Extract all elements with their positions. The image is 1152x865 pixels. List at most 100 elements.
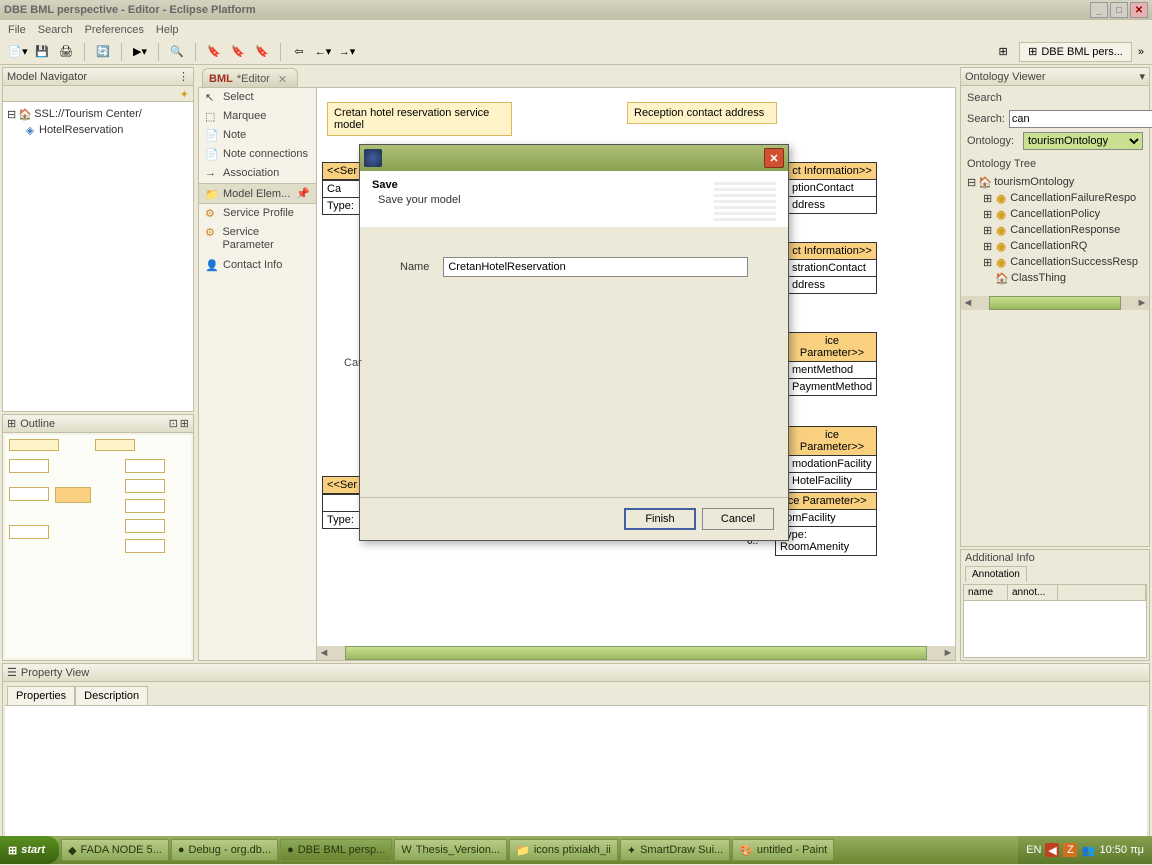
palette-note[interactable]: 📄Note [199,126,316,145]
minimize-button[interactable]: _ [1090,2,1108,18]
taskbar: ⊞ start ◆FADA NODE 5... ●Debug - org.db.… [0,836,1152,864]
clock[interactable]: 10:50 πμ [1099,844,1144,856]
property-view-panel: ☰ Property View Properties Description [2,663,1150,843]
scroll-right-icon[interactable]: ► [941,646,955,660]
perspective-more-icon[interactable]: » [1138,46,1144,58]
scroll-thumb[interactable] [345,646,927,660]
scroll-right-icon[interactable]: ► [1135,296,1149,310]
ontology-select[interactable]: tourismOntology [1023,132,1143,150]
taskbar-item-active[interactable]: ●DBE BML persp... [280,839,392,861]
tree-child[interactable]: ◈ HotelReservation [7,122,189,138]
palette-select[interactable]: ↖Select [199,88,316,107]
ontology-search-input[interactable] [1009,110,1152,128]
bookmark1-icon[interactable]: 🔖 [204,42,224,62]
tray-icon[interactable]: ◀ [1045,843,1059,857]
taskbar-item[interactable]: ✦SmartDraw Sui... [620,839,730,861]
menu-search[interactable]: Search [38,24,73,36]
taskbar-item[interactable]: WThesis_Version... [394,839,507,861]
search-icon[interactable]: 🔍 [167,42,187,62]
tray-icon[interactable]: Z [1063,843,1077,857]
panel-menu-icon[interactable]: ▾ [1139,70,1145,83]
new-dropdown-icon[interactable]: 📄▾ [8,42,28,62]
scroll-left-icon[interactable]: ◄ [961,296,975,310]
palette-association[interactable]: →Association [199,164,316,183]
palette-service-parameter[interactable]: ⚙Service Parameter [199,223,316,256]
canvas-note[interactable]: Cretan hotel reservation service model [327,102,512,136]
save-icon[interactable]: 💾 [32,42,52,62]
ontology-tree[interactable]: ⊟🏠 tourismOntology ⊞◉CancellationFailure… [967,174,1143,286]
outline-view2-icon[interactable]: ⊞ [180,417,189,430]
system-tray[interactable]: EN ◀ Z 👥 10:50 πμ [1018,836,1152,864]
close-button[interactable]: ✕ [1130,2,1148,18]
dialog-close-button[interactable]: ✕ [764,148,784,168]
palette-service-profile[interactable]: ⚙Service Profile [199,204,316,223]
finish-button[interactable]: Finish [624,508,696,530]
app-icon: ◆ [68,844,76,857]
model-navigator-tree[interactable]: ⊟ 🏠 SSL://Tourism Center/ ◈ HotelReserva… [7,106,189,138]
bml-icon: BML [209,73,233,85]
properties-tab[interactable]: Properties [7,686,75,705]
palette-model-elements[interactable]: 📁Model Elem...📌 [199,183,316,204]
uml-element[interactable]: ice Parameter>> modationFacility HotelFa… [787,426,877,490]
cancel-button[interactable]: Cancel [702,508,774,530]
col-annot[interactable]: annot... [1008,585,1058,600]
canvas-hscroll[interactable]: ◄ ► [317,646,955,660]
outline-minimap[interactable] [5,435,191,658]
palette-note-connections[interactable]: 📄Note connections [199,145,316,164]
ontology-item[interactable]: ⊞◉CancellationSuccessResp [967,254,1143,270]
palette-marquee[interactable]: ⬚Marquee [199,107,316,126]
col-name[interactable]: name [964,585,1008,600]
nav-back-icon[interactable]: ←▾ [313,42,333,62]
uml-element[interactable]: ct Information>> strationContact ddress [787,242,877,294]
palette-contact-info[interactable]: 👤Contact Info [199,256,316,275]
taskbar-item[interactable]: 🎨untitled - Paint [732,839,834,861]
uml-element[interactable]: ice Parameter>> mentMethod PaymentMethod [787,332,877,396]
panel-menu-icon[interactable]: ⋮ [178,70,189,83]
scroll-left-icon[interactable]: ◄ [317,646,331,660]
ontology-item[interactable]: ⊞◉CancellationFailureRespo [967,190,1143,206]
uml-element[interactable]: ct Information>> ptionContact ddress [787,162,877,214]
outline-view1-icon[interactable]: ⊡ [169,417,178,430]
run-dropdown-icon[interactable]: ▶▾ [130,42,150,62]
print-icon[interactable]: 🖨 [56,42,76,62]
bookmark3-icon[interactable]: 🔖 [252,42,272,62]
taskbar-item[interactable]: ◆FADA NODE 5... [61,839,169,861]
menu-help[interactable]: Help [156,24,179,36]
ontology-item[interactable]: ⊞◉CancellationPolicy [967,206,1143,222]
uml-element[interactable]: <<Ser Type: [322,476,362,529]
menu-preferences[interactable]: Preferences [85,24,144,36]
ontology-root[interactable]: ⊟🏠 tourismOntology [967,174,1143,190]
dialog-titlebar[interactable]: ✕ [360,145,788,171]
ontology-classthing[interactable]: 🏠ClassThing [967,270,1143,286]
editor-tab[interactable]: BML *Editor ✕ [202,68,298,87]
ontology-item[interactable]: ⊞◉CancellationRQ [967,238,1143,254]
nav-fwd-icon[interactable]: →▾ [337,42,357,62]
uml-element[interactable]: <<Ser Ca Type: [322,162,362,215]
name-input[interactable] [443,257,748,277]
dialog-header: Save Save your model [360,171,788,227]
bookmark2-icon[interactable]: 🔖 [228,42,248,62]
ontology-hscroll[interactable]: ◄ ► [961,296,1149,310]
windows-icon: ⊞ [8,844,17,857]
canvas-note[interactable]: Reception contact address [627,102,777,124]
new-model-icon[interactable]: ✦ [180,88,189,99]
back-icon[interactable]: ⇦ [289,42,309,62]
ontology-item[interactable]: ⊞◉CancellationResponse [967,222,1143,238]
annotation-tab[interactable]: Annotation [965,566,1027,582]
language-indicator[interactable]: EN [1026,844,1041,856]
tray-icon[interactable]: 👥 [1081,843,1095,857]
taskbar-item[interactable]: 📁icons ptixiakh_ii [509,839,618,861]
close-tab-icon[interactable]: ✕ [278,73,287,86]
tree-root[interactable]: ⊟ 🏠 SSL://Tourism Center/ [7,106,189,122]
start-button[interactable]: ⊞ start [0,836,59,864]
menu-file[interactable]: File [8,24,26,36]
perspective-switcher[interactable]: ⊞ DBE BML pers... [1019,42,1132,62]
maximize-button[interactable]: □ [1110,2,1128,18]
taskbar-item[interactable]: ●Debug - org.db... [171,839,278,861]
uml-element[interactable]: ice Parameter>> oomFacility Type: RoomAm… [775,492,877,556]
scroll-thumb[interactable] [989,296,1121,310]
refresh-icon[interactable]: 🔄 [93,42,113,62]
open-perspective-icon[interactable]: ⊞ [993,42,1013,62]
description-tab[interactable]: Description [75,686,148,705]
class-icon: ◉ [994,223,1008,237]
